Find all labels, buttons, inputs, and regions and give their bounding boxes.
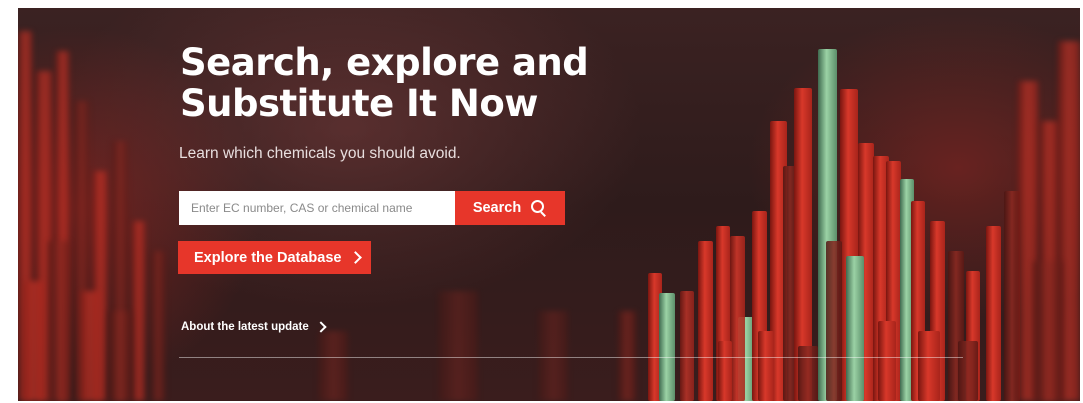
hero-banner: Search, explore and Substitute It Now Le… [18, 8, 1080, 401]
search-icon [531, 200, 547, 216]
explore-database-button[interactable]: Explore the Database [178, 241, 371, 274]
search-button-label: Search [472, 200, 522, 216]
explore-database-label: Explore the Database [194, 249, 342, 266]
latest-update-label: About the latest update [181, 321, 309, 333]
chevron-right-icon [315, 321, 327, 333]
search-button[interactable]: Search [455, 191, 565, 225]
search-input[interactable] [179, 191, 455, 225]
latest-update-link[interactable]: About the latest update [181, 321, 327, 333]
divider [179, 357, 963, 358]
page-title: Search, explore and Substitute It Now [180, 41, 589, 125]
page-subtitle: Learn which chemicals you should avoid. [179, 145, 461, 162]
chevron-right-icon [349, 251, 363, 264]
